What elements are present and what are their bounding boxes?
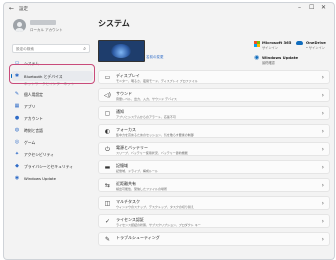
microsoft-logo-icon (254, 41, 260, 47)
sidebar-item-personalization[interactable]: ✎ 個人用設定 (11, 89, 93, 99)
tile-subtitle: サインイン (262, 46, 278, 50)
avatar-head-shape (17, 22, 22, 27)
setting-row-sound[interactable]: ◁) サウンド 音量レベル、出力、入力、サウンド デバイス › (98, 88, 330, 102)
sidebar-item-privacy[interactable]: ◆ プライバシーとセキュリティ (11, 161, 93, 171)
search-input[interactable]: 設定の検索 ⌕ (12, 44, 90, 53)
setting-subtitle: 音量レベル、出力、入力、サウンド デバイス (116, 96, 177, 101)
tile-subtitle: 最終確認 (262, 61, 275, 65)
monitor-image (98, 40, 145, 62)
setting-row-notifications[interactable]: ▢ 通知 アプリとシステムからのアラート、応答不可 › (98, 106, 330, 120)
shield-icon: ◆ (15, 163, 19, 169)
sidebar-item-apps[interactable]: ▦ アプリ (11, 101, 93, 111)
globe-icon: ◍ (14, 127, 20, 133)
chevron-right-icon: › (321, 200, 324, 207)
setting-subtitle: ライセンス認証の状態、サブスクリプション、プロダクト キー (116, 222, 201, 227)
avatar[interactable] (13, 19, 26, 32)
game-icon: ◎ (14, 139, 20, 145)
display-icon: ▭ (104, 74, 111, 81)
search-icon: ⌕ (83, 46, 86, 52)
chevron-right-icon: › (321, 164, 324, 171)
rename-link[interactable]: 名前の変更 (146, 55, 164, 60)
avatar-body-shape (15, 28, 24, 32)
setting-row-nearby-sharing[interactable]: ⇆ 近距離共有 検出可能性、受信したファイルの場所 › (98, 178, 330, 192)
troubleshoot-icon: ✎ (104, 236, 111, 243)
user-name-redacted (30, 20, 56, 25)
brush-icon: ✎ (14, 91, 20, 97)
settings-window: ← 設定 – ☐ ✕ ローカル アカウント 設定の検索 ⌕ ▭ システム ✱ B… (3, 2, 335, 260)
setting-subtitle: モニター、明るさ、夜間モード、ディスプレイ プロファイル (116, 78, 198, 83)
notification-icon: ▢ (104, 110, 111, 117)
minimize-button[interactable]: – (298, 5, 301, 11)
setting-subtitle: スリープ、バッテリー使用状況、バッテリー節約機能 (116, 150, 188, 155)
setting-row-activation[interactable]: ✓ ライセンス認証 ライセンス認証の状態、サブスクリプション、プロダクト キー … (98, 214, 330, 228)
focus-icon: ◐ (104, 128, 111, 135)
multitasking-icon: ◫ (104, 200, 111, 207)
chevron-right-icon: › (321, 74, 324, 81)
activation-icon: ✓ (104, 218, 111, 225)
account-type: ローカル アカウント (30, 28, 63, 32)
sidebar-item-label: ゲーム (24, 140, 36, 145)
accessibility-icon: ✦ (14, 151, 20, 157)
maximize-button[interactable]: ☐ (309, 5, 314, 11)
setting-row-multitasking[interactable]: ◫ マルチタスク ウィンドウのスナップ、デスクトップ、タスクの切り替え › (98, 196, 330, 210)
wallpaper-bloom (111, 44, 131, 58)
sidebar-item-label: Windows Update (24, 176, 56, 181)
back-arrow-icon[interactable]: ← (9, 5, 14, 12)
sidebar-item-accessibility[interactable]: ✦ アクセシビリティ (11, 149, 93, 159)
sound-icon: ◁) (104, 92, 111, 99)
chevron-right-icon: › (321, 218, 324, 225)
focus-highlight-box (9, 64, 95, 84)
setting-subtitle: アプリとシステムからのアラート、応答不可 (116, 114, 176, 119)
sidebar-item-label: アプリ (24, 104, 36, 109)
storage-icon: ▬ (104, 164, 111, 171)
page-title: システム (98, 19, 130, 28)
setting-subtitle: 検出可能性、受信したファイルの場所 (116, 186, 168, 191)
chevron-right-icon: › (321, 146, 324, 153)
setting-row-power[interactable]: ⏻ 電源とバッテリー スリープ、バッテリー使用状況、バッテリー節約機能 › (98, 142, 330, 156)
setting-subtitle: ウィンドウのスナップ、デスクトップ、タスクの切り替え (116, 204, 194, 209)
chevron-right-icon: › (321, 236, 324, 243)
update-icon: ◉ (254, 54, 260, 61)
chevron-right-icon: › (321, 182, 324, 189)
title-bar: ← 設定 – ☐ ✕ (4, 3, 334, 16)
close-button[interactable]: ✕ (321, 5, 326, 11)
chevron-right-icon: › (321, 110, 324, 117)
tile-subtitle: • サインイン (306, 46, 325, 50)
setting-subtitle: 集中力を高めるためのセッション、気を散らす要素の制御 (116, 132, 194, 137)
setting-row-display[interactable]: ▭ ディスプレイ モニター、明るさ、夜間モード、ディスプレイ プロファイル › (98, 70, 330, 84)
account-icon: ● (14, 115, 20, 121)
setting-row-troubleshoot[interactable]: ✎ トラブルシューティング › (98, 232, 330, 246)
sidebar-item-time-language[interactable]: ◍ 時刻と言語 (11, 125, 93, 135)
search-placeholder: 設定の検索 (16, 47, 34, 51)
sidebar-item-windows-update[interactable]: ◉ Windows Update (11, 173, 93, 183)
apps-icon: ▦ (14, 103, 20, 109)
sidebar-item-label: アクセシビリティ (24, 152, 54, 157)
sidebar-item-label: アカウント (24, 116, 43, 121)
sidebar-item-label: 個人用設定 (24, 92, 43, 97)
sidebar-item-gaming[interactable]: ◎ ゲーム (11, 137, 93, 147)
sidebar-item-label: プライバシーとセキュリティ (24, 164, 74, 169)
setting-subtitle: 記憶域、ドライブ、構成ルール (116, 168, 158, 173)
nearby-sharing-icon: ⇆ (104, 182, 111, 189)
setting-row-storage[interactable]: ▬ 記憶域 記憶域、ドライブ、構成ルール › (98, 160, 330, 174)
chevron-right-icon: › (321, 128, 324, 135)
app-title: 設定 (19, 7, 28, 12)
update-icon: ◉ (14, 175, 20, 181)
chevron-right-icon: › (321, 92, 324, 99)
setting-row-focus[interactable]: ◐ フォーカス 集中力を高めるためのセッション、気を散らす要素の制御 › (98, 124, 330, 138)
device-hero: 名前の変更 Microsoft 365 サインイン OneDrive • サイン… (98, 40, 330, 66)
cloud-icon (296, 41, 303, 45)
sidebar-item-accounts[interactable]: ● アカウント (11, 113, 93, 123)
setting-title: トラブルシューティング (116, 235, 160, 240)
sidebar-item-label: 時刻と言語 (24, 128, 43, 133)
power-icon: ⏻ (105, 146, 110, 153)
